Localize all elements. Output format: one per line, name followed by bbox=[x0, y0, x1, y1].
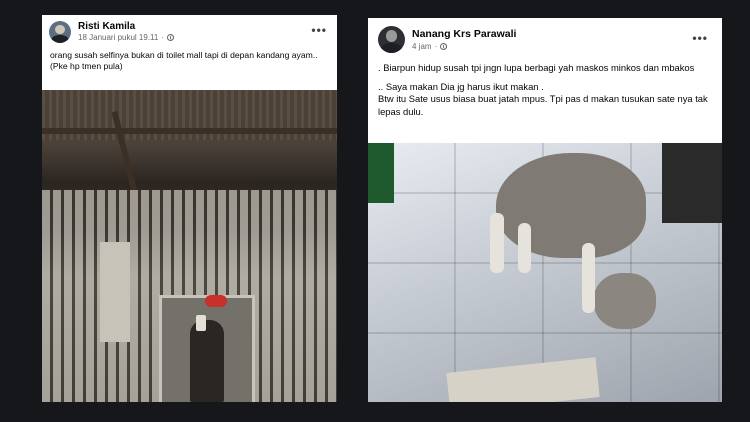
author-name[interactable]: Nanang Krs Parawali bbox=[412, 28, 516, 40]
post-text-line: (Pke hp tmen pula) bbox=[50, 61, 123, 71]
post-photo[interactable] bbox=[368, 143, 722, 402]
more-options-icon[interactable]: ••• bbox=[692, 32, 708, 44]
post-meta: 18 Januari pukul 19.11 · bbox=[78, 33, 175, 42]
post-timestamp[interactable]: 18 Januari pukul 19.11 bbox=[78, 33, 158, 42]
avatar[interactable] bbox=[378, 26, 405, 53]
post-text-line: . Biarpun hidup susah tpi jngn lupa berb… bbox=[378, 62, 695, 73]
post-text: orang susah selfinya bukan di toilet mal… bbox=[42, 49, 337, 91]
post-header: Nanang Krs Parawali 4 jam · ••• bbox=[368, 18, 722, 53]
globe-icon bbox=[167, 34, 175, 41]
left-post-card: Risti Kamila 18 Januari pukul 19.11 · ••… bbox=[42, 15, 337, 402]
post-text-line: orang susah selfinya bukan di toilet mal… bbox=[50, 50, 318, 60]
post-photo[interactable] bbox=[42, 90, 337, 402]
post-text-line: Btw itu Sate usus biasa buat jatah mpus.… bbox=[378, 93, 708, 117]
post-meta: 4 jam · bbox=[412, 42, 448, 51]
right-post-card: Nanang Krs Parawali 4 jam · ••• . Biarpu… bbox=[368, 18, 722, 402]
post-text: . Biarpun hidup susah tpi jngn lupa berb… bbox=[368, 52, 722, 148]
globe-icon bbox=[440, 43, 448, 50]
post-timestamp[interactable]: 4 jam bbox=[412, 42, 432, 51]
post-text-line: .. Saya makan Dia jg harus ikut makan . bbox=[378, 80, 544, 92]
more-options-icon[interactable]: ••• bbox=[311, 24, 327, 36]
post-header: Risti Kamila 18 Januari pukul 19.11 · ••… bbox=[42, 15, 337, 49]
meta-separator: · bbox=[161, 33, 165, 42]
author-name[interactable]: Risti Kamila bbox=[78, 21, 135, 32]
avatar[interactable] bbox=[49, 21, 71, 43]
meta-separator: · bbox=[434, 42, 438, 51]
